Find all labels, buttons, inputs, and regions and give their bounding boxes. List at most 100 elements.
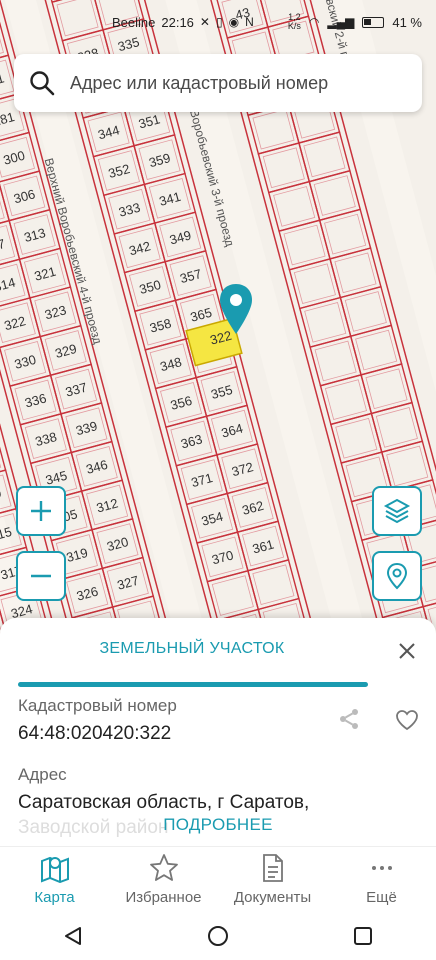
parcel-number: 355	[209, 382, 234, 402]
nav-item-documents[interactable]: Документы	[218, 847, 327, 912]
parcel-number: 327	[116, 573, 141, 593]
parcel-number: 341	[158, 189, 183, 209]
clock: 22:16	[161, 14, 194, 30]
nav-label: Карта	[34, 889, 75, 906]
parcel-number: 331	[0, 70, 6, 90]
parcel-number: 336	[23, 390, 48, 410]
alarm-off-icon: ✕	[199, 15, 210, 29]
minus-icon	[31, 574, 51, 578]
nav-item-more[interactable]: Ещё	[327, 847, 436, 912]
zoom-in-button[interactable]	[16, 486, 66, 536]
status-bar: Beeline 22:16 ✕ ▯ ◉ N 1,2 K/s ◠ ▂▄▆ 41 %	[0, 0, 436, 44]
parcel-number: 362	[240, 498, 265, 518]
plus-icon	[31, 501, 51, 521]
layers-icon	[383, 498, 411, 524]
parcel-number: 323	[43, 302, 68, 322]
battery-level: 41 %	[392, 14, 422, 30]
parcel-number: 320	[105, 534, 130, 554]
zoom-out-button[interactable]	[16, 551, 66, 601]
layers-button[interactable]	[372, 486, 422, 536]
heart-icon	[396, 710, 418, 731]
more-details-link[interactable]: ПОДРОБНЕЕ	[0, 815, 436, 835]
sheet-divider	[18, 682, 368, 687]
eye-icon: ◉	[228, 15, 240, 29]
search-input[interactable]	[70, 72, 390, 94]
document-icon	[262, 854, 283, 882]
parcel-number: 322	[2, 313, 27, 333]
parcel-number: 364	[220, 421, 245, 441]
parcel-number: 350	[138, 277, 163, 297]
parcel-number: 338	[34, 429, 59, 449]
star-icon	[149, 854, 178, 881]
carrier-label: Beeline	[112, 14, 156, 30]
parcel-number: 361	[251, 536, 276, 556]
parcel-number: 342	[127, 238, 152, 258]
parcel-number: 300	[2, 148, 27, 168]
nav-item-favorites[interactable]: Избранное	[109, 847, 218, 912]
parcel-number: 329	[53, 341, 78, 361]
parcel-number: 309	[0, 485, 3, 505]
parcel-number: 358	[148, 316, 173, 336]
parcel-number: 312	[95, 495, 120, 515]
parcel-number: 337	[64, 380, 89, 400]
parcel-number: 372	[230, 459, 255, 479]
parcel-number: 359	[147, 150, 172, 170]
parcel-number: 307	[0, 236, 7, 256]
nav-item-map[interactable]: Карта	[0, 847, 109, 912]
parcel-number: 344	[96, 122, 121, 142]
nav-label: Документы	[233, 889, 312, 906]
parcel-number: 356	[169, 393, 194, 413]
my-location-button[interactable]	[372, 551, 422, 601]
nfc-icon: N	[245, 15, 254, 29]
home-icon[interactable]	[207, 925, 229, 947]
address-label: Адрес	[18, 765, 67, 784]
address-value: Саратовская область, г Саратов,	[18, 792, 310, 813]
share-icon	[340, 709, 358, 729]
parcel-number: 348	[158, 354, 183, 374]
back-icon[interactable]	[62, 925, 84, 947]
cadastral-label: Кадастровый номер	[18, 696, 177, 715]
search-bar[interactable]	[14, 54, 422, 112]
wifi-icon: ◠	[308, 15, 320, 29]
close-icon	[399, 643, 415, 659]
parcel-number: 281	[0, 109, 16, 129]
more-icon	[371, 866, 392, 870]
search-icon[interactable]	[14, 70, 70, 96]
parcel-number: 351	[137, 111, 162, 131]
battery-icon	[362, 16, 385, 28]
vibrate-icon: ▯	[215, 15, 223, 29]
net-speed: 1,2 K/s	[287, 12, 301, 31]
cadastral-value: 64:48:020420:322	[18, 723, 172, 744]
bottom-navigation: Карта Избранное Документы Ещё	[0, 846, 436, 912]
parcel-number: 346	[84, 457, 109, 477]
parcel-number: 314	[0, 274, 17, 294]
recents-icon[interactable]	[352, 925, 374, 947]
parcel-number: 330	[13, 352, 38, 372]
parcel-number: 349	[168, 227, 193, 247]
parcel-number: 371	[189, 470, 214, 490]
parcel-number: 321	[33, 264, 58, 284]
nav-label: Избранное	[125, 889, 202, 906]
nav-label: Ещё	[366, 889, 397, 906]
system-navigation-bar	[0, 912, 436, 960]
map-icon	[40, 856, 69, 883]
signal-icon: ▂▄▆	[327, 15, 355, 29]
parcel-number: 333	[117, 200, 142, 220]
favorite-button[interactable]	[395, 709, 419, 736]
parcel-number: 365	[189, 305, 214, 325]
sheet-title: ЗЕМЕЛЬНЫЙ УЧАСТОК	[99, 640, 285, 657]
parcel-number: 370	[210, 547, 235, 567]
parcel-number: 339	[74, 418, 99, 438]
parcel-number: 345	[44, 468, 69, 488]
parcel-number: 326	[75, 584, 100, 604]
close-button[interactable]	[394, 638, 420, 664]
parcel-number: 352	[107, 161, 132, 181]
parcel-number: 363	[179, 431, 204, 451]
location-pin-icon	[386, 562, 408, 590]
parcel-number: 357	[178, 266, 203, 286]
parcel-number: 313	[22, 225, 47, 245]
parcel-number: 306	[12, 186, 37, 206]
share-button[interactable]	[338, 708, 360, 735]
parcel-number: 354	[200, 509, 225, 529]
parcel-number: 319	[65, 545, 90, 565]
